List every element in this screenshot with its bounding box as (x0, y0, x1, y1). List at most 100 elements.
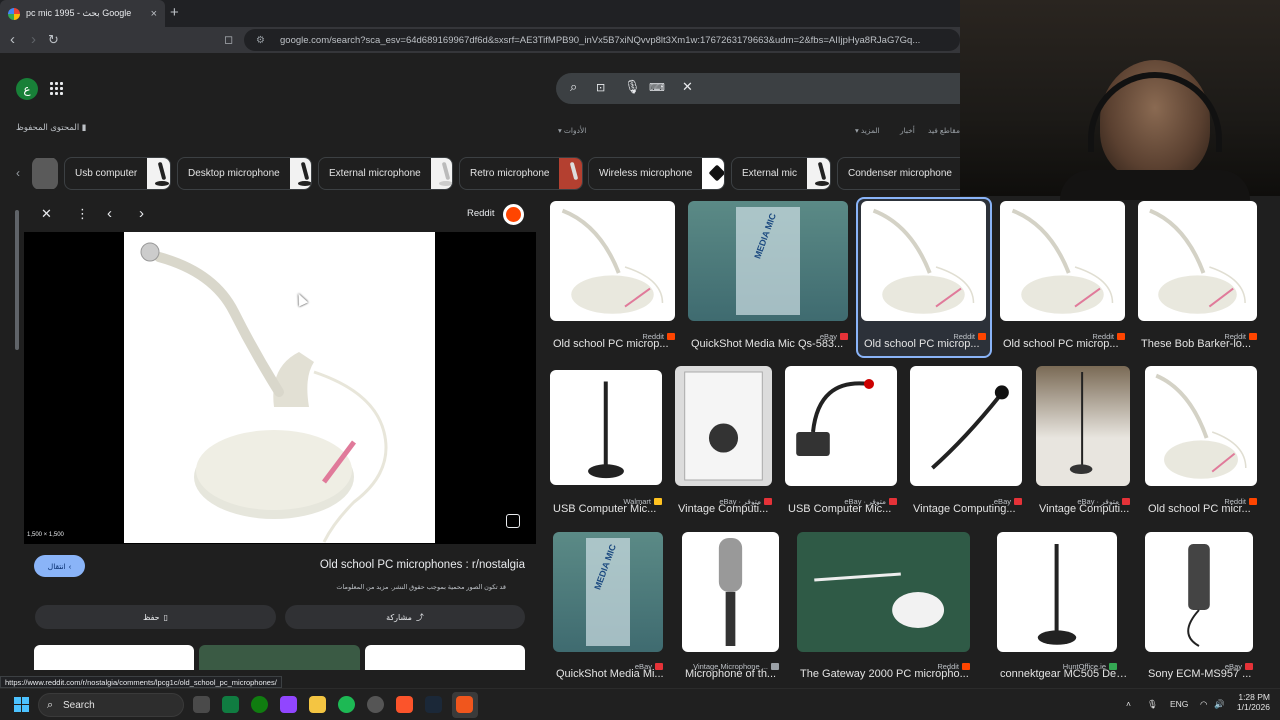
result-title[interactable]: Old school PC microp... (864, 338, 999, 350)
chip-wireless-microphone[interactable]: Wireless microphone (588, 157, 725, 190)
result-title[interactable]: These Bob Barker-lo... (1141, 338, 1270, 350)
chip-condenser-microphone[interactable]: Condenser microphone (837, 157, 960, 190)
browser-tab[interactable]: pc mic 1995 - بحث Google × (0, 0, 165, 27)
image-result[interactable]: eBay · متوفر Vintage Computi... (1036, 366, 1130, 516)
lens-icon[interactable]: ⊡ (596, 81, 605, 94)
result-title[interactable]: QuickShot Media Mi... (556, 668, 676, 680)
excel-icon[interactable] (222, 696, 239, 713)
result-thumbnail[interactable] (797, 532, 970, 652)
result-title[interactable]: Vintage Computing... (913, 503, 1035, 515)
related-thumb[interactable] (199, 645, 360, 670)
image-result[interactable]: Reddit Old school PC micr... (1145, 366, 1257, 516)
image-result[interactable]: Reddit The Gateway 2000 PC micropho... (797, 532, 970, 682)
result-thumbnail[interactable] (997, 532, 1117, 652)
apps-grid-icon[interactable] (50, 82, 63, 95)
result-thumbnail[interactable] (1145, 366, 1257, 486)
save-button[interactable]: حفظ ▯ (35, 605, 276, 629)
obs-icon[interactable] (367, 696, 384, 713)
language-indicator[interactable]: ENG (1170, 699, 1188, 709)
result-thumbnail[interactable] (550, 370, 662, 485)
image-result[interactable]: MEDIA MIC eBay QuickShot Media Mi... (553, 532, 664, 682)
result-title[interactable]: Vintage Computi... (678, 503, 785, 515)
back-icon[interactable]: ‹ (10, 30, 15, 50)
bookmark-icon[interactable]: ◻ (224, 30, 233, 50)
clear-search-icon[interactable]: ✕ (682, 79, 693, 95)
result-title[interactable]: Vintage Computi... (1039, 503, 1143, 515)
tab-close-icon[interactable]: × (151, 8, 157, 20)
xbox-icon[interactable] (251, 696, 268, 713)
address-bar[interactable]: ⚙ google.com/search?sca_esv=64d689169967… (244, 29, 960, 51)
forward-icon[interactable]: › (31, 30, 36, 50)
result-thumbnail[interactable] (682, 532, 779, 652)
keyboard-icon[interactable]: ⌨ (649, 81, 665, 94)
chip-desktop-microphone[interactable]: Desktop microphone (177, 157, 312, 190)
task-view-icon[interactable] (193, 696, 210, 713)
image-result[interactable]: Reddit These Bob Barker-lo... (1138, 201, 1257, 351)
result-thumbnail[interactable] (550, 201, 675, 321)
volume-icon[interactable]: 🔊 (1214, 699, 1225, 710)
shorts-filter[interactable]: مقاطع فيديو قصيرة (928, 126, 960, 135)
share-button[interactable]: مشاركة ⤴ (285, 605, 525, 629)
more-options-icon[interactable]: ⋮ (76, 206, 89, 222)
saved-content-link[interactable]: المحتوى المحفوظ ▮ (16, 122, 86, 133)
visit-button[interactable]: انتقال ‹ (34, 555, 85, 577)
next-image-icon[interactable]: › (139, 205, 144, 222)
microphone-icon[interactable]: 🎙 (624, 79, 641, 95)
spotify-icon[interactable] (338, 696, 355, 713)
close-viewer-icon[interactable]: ✕ (41, 206, 52, 222)
result-thumbnail[interactable] (785, 366, 897, 486)
related-thumb[interactable] (34, 645, 194, 670)
result-title[interactable]: USB Computer Mic... (553, 503, 675, 515)
news-filter[interactable]: أخبار (900, 126, 915, 135)
more-filter[interactable]: ▾ المزيد (855, 126, 880, 135)
image-result[interactable]: eBay · متوفر USB Computer Mic... (785, 366, 897, 516)
result-title[interactable]: Old school PC microp... (553, 338, 688, 350)
result-thumbnail[interactable] (1000, 201, 1125, 321)
result-thumbnail[interactable] (861, 201, 986, 321)
streaming-app-icon[interactable] (456, 696, 473, 713)
chip-retro-microphone[interactable]: Retro microphone (459, 157, 583, 190)
result-thumbnail[interactable]: MEDIA MIC (688, 201, 848, 321)
image-result[interactable]: Vintage Microphone ... Microphone of th..… (682, 532, 779, 682)
result-thumbnail[interactable]: MEDIA MIC (553, 532, 663, 652)
image-result[interactable]: Reddit Old school PC microp... (1000, 201, 1125, 351)
windows-start-icon[interactable] (14, 697, 29, 712)
viewer-title[interactable]: Old school PC microphones : r/nostalgia (320, 559, 525, 571)
brave-icon[interactable] (396, 696, 413, 713)
image-result[interactable]: Reddit Old school PC microp... (861, 201, 986, 351)
search-input[interactable]: ⌕ ⊡ 🎙 ⌨ ✕ (556, 73, 960, 104)
clock[interactable]: 1:28 PM 1/1/2026 (1237, 692, 1270, 712)
image-result[interactable]: eBay · متوفر Vintage Computi... (675, 366, 772, 516)
twitch-icon[interactable] (280, 696, 297, 713)
chip-usb-computer[interactable]: Usb computer (64, 157, 171, 190)
left-scrollbar[interactable] (15, 210, 19, 350)
image-result[interactable]: eBay Vintage Computing... (910, 366, 1022, 516)
search-icon[interactable]: ⌕ (570, 79, 577, 95)
avatar[interactable]: ع (16, 78, 38, 100)
image-result[interactable]: Walmart USB Computer Mic... (550, 370, 662, 520)
related-thumb[interactable] (365, 645, 525, 670)
chip-external-microphone[interactable]: External microphone (318, 157, 453, 190)
preview-image[interactable] (124, 232, 435, 543)
tray-mic-icon[interactable]: 🎙 (1147, 699, 1158, 710)
wifi-icon[interactable]: ◠ (1200, 699, 1207, 710)
chip-external-mic[interactable]: External mic (731, 157, 831, 190)
result-title[interactable]: Sony ECM-MS957 ... (1148, 668, 1266, 680)
new-tab-button[interactable]: + (170, 4, 179, 21)
image-result[interactable]: HuntOffice.ie connektgear MC505 Des... (997, 532, 1130, 682)
result-thumbnail[interactable] (1138, 201, 1257, 321)
result-title[interactable]: connektgear MC505 Des... (1000, 668, 1130, 680)
viewer-source-name[interactable]: Reddit (467, 208, 494, 219)
tray-overflow-icon[interactable]: ˄ (1126, 699, 1131, 709)
image-result[interactable]: MEDIA MIC eBay QuickShot Media Mic Qs-583.… (688, 201, 848, 351)
image-result[interactable]: Reddit Old school PC microp... (550, 201, 675, 351)
reload-icon[interactable]: ↻ (48, 30, 59, 50)
tools-filter[interactable]: ▾ الأدوات (558, 126, 586, 135)
result-title[interactable]: Microphone of th... (685, 668, 792, 680)
result-title[interactable]: QuickShot Media Mic Qs-583... (691, 338, 861, 350)
previous-image-icon[interactable]: ‹ (107, 205, 112, 222)
lens-search-icon[interactable] (506, 514, 520, 528)
result-title[interactable]: Old school PC micr... (1148, 503, 1270, 515)
result-title[interactable]: The Gateway 2000 PC micropho... (800, 668, 983, 680)
result-thumbnail[interactable] (1036, 366, 1130, 486)
